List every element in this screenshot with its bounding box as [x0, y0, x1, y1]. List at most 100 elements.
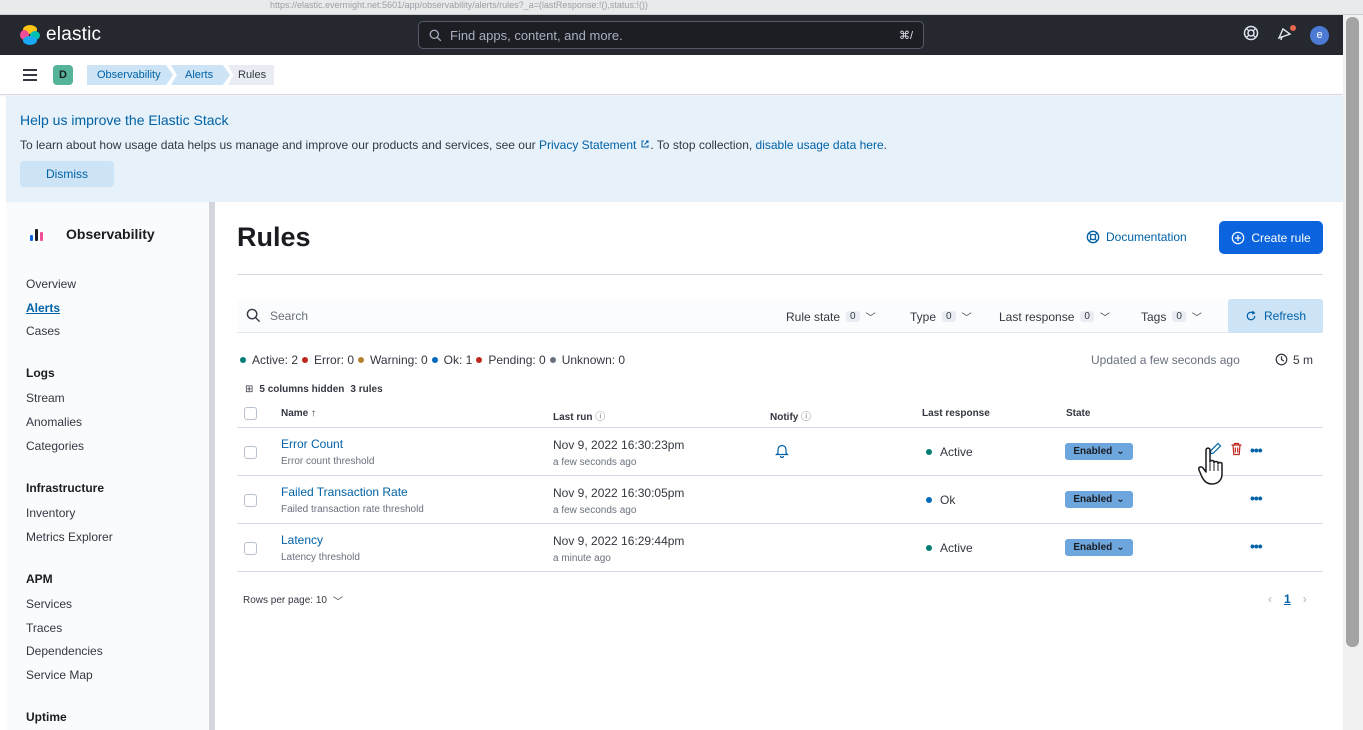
- space-avatar[interactable]: D: [53, 65, 73, 85]
- prev-page-icon[interactable]: ‹: [1268, 592, 1272, 606]
- state-dropdown[interactable]: Enabled ⌄: [1065, 443, 1133, 460]
- rule-name-link[interactable]: Error Count: [281, 437, 343, 451]
- rule-status-summary: Active: 2 Error: 0 Warning: 0 Ok: 1 Pend…: [240, 353, 625, 367]
- nav-group-apm: APM: [26, 572, 53, 586]
- state-dropdown[interactable]: Enabled ⌄: [1065, 491, 1133, 508]
- callout-text: To learn about how usage data helps us m…: [20, 138, 887, 152]
- rows-per-page-label: Rows per page: 10: [243, 595, 327, 606]
- status-error: Error: 0: [314, 353, 355, 367]
- tags-count: 0: [1172, 311, 1186, 322]
- active-dot: [240, 357, 246, 363]
- refresh-button[interactable]: Refresh: [1228, 299, 1323, 333]
- disable-usage-link[interactable]: disable usage data here: [756, 138, 884, 152]
- documentation-link[interactable]: Documentation: [1086, 230, 1187, 244]
- type-label: Type: [910, 309, 937, 324]
- rows-per-page-select[interactable]: Rows per page: 10 ﹀: [243, 593, 343, 608]
- callout-text-end: .: [883, 138, 887, 152]
- nav-alerts[interactable]: Alerts: [26, 301, 60, 315]
- column-header-last-response[interactable]: Last response: [922, 408, 990, 419]
- type-filter[interactable]: Type 0 ﹀: [910, 309, 972, 325]
- info-icon: ⓘ: [595, 412, 606, 423]
- row-checkbox[interactable]: [244, 446, 257, 459]
- row-checkbox[interactable]: [244, 494, 257, 507]
- column-header-state[interactable]: State: [1066, 408, 1090, 419]
- bell-icon[interactable]: [775, 443, 789, 458]
- user-avatar[interactable]: e: [1310, 26, 1329, 45]
- chevron-down-icon: ⌄: [1116, 494, 1125, 505]
- tags-filter[interactable]: Tags 0 ﹀: [1141, 309, 1202, 325]
- status-ok: Ok: 1: [443, 353, 473, 367]
- column-header-name[interactable]: Name ↑: [281, 408, 316, 419]
- nav-metrics-explorer[interactable]: Metrics Explorer: [26, 530, 113, 544]
- global-search-placeholder: Find apps, content, and more.: [450, 27, 623, 43]
- menu-icon[interactable]: [23, 69, 37, 81]
- create-rule-button[interactable]: Create rule: [1219, 221, 1323, 254]
- refresh-label: Refresh: [1263, 309, 1307, 323]
- row-checkbox[interactable]: [244, 542, 257, 555]
- last-run: Nov 9, 2022 16:30:23pm: [553, 438, 685, 452]
- nav-anomalies[interactable]: Anomalies: [26, 415, 82, 429]
- column-name-label: Name: [281, 408, 309, 419]
- column-last-run-label: Last run: [553, 412, 593, 423]
- create-rule-label: Create rule: [1251, 230, 1311, 245]
- scrollbar-thumb[interactable]: [1346, 17, 1359, 647]
- column-header-last-run[interactable]: Last run ⓘ: [553, 408, 605, 423]
- rule-type: Latency threshold: [281, 552, 360, 563]
- next-page-icon[interactable]: ›: [1303, 592, 1307, 606]
- warning-dot: [358, 357, 365, 363]
- nav-services[interactable]: Services: [26, 597, 72, 611]
- rule-state-filter[interactable]: Rule state 0 ﹀: [786, 309, 876, 325]
- side-nav-border[interactable]: [209, 202, 215, 730]
- chevron-down-icon: ⌄: [1116, 542, 1125, 553]
- last-run-relative: a minute ago: [553, 553, 611, 564]
- elastic-logo[interactable]: elastic: [20, 24, 101, 46]
- hidden-columns-button[interactable]: 5 columns hidden: [259, 384, 344, 395]
- help-icon[interactable]: [1243, 25, 1259, 45]
- privacy-statement-link[interactable]: Privacy Statement: [539, 138, 636, 152]
- more-actions-icon[interactable]: •••: [1250, 490, 1263, 506]
- state-dropdown[interactable]: Enabled ⌄: [1065, 539, 1133, 556]
- refresh-icon: [1246, 310, 1256, 321]
- page-number[interactable]: 1: [1284, 592, 1291, 606]
- refresh-interval[interactable]: 5 m: [1275, 353, 1313, 367]
- breadcrumb-alerts[interactable]: Alerts: [171, 65, 230, 85]
- column-notify-label: Notify: [770, 412, 799, 423]
- breadcrumb-bar: D Observability Alerts Rules: [0, 55, 1343, 95]
- nav-group-infrastructure: Infrastructure: [26, 481, 105, 495]
- nav-service-map[interactable]: Service Map: [26, 668, 93, 682]
- breadcrumb-observability[interactable]: Observability: [87, 65, 173, 85]
- more-actions-icon[interactable]: •••: [1250, 538, 1263, 554]
- nav-overview[interactable]: Overview: [26, 277, 76, 291]
- select-all-checkbox[interactable]: [244, 407, 257, 420]
- nav-dependencies[interactable]: Dependencies: [26, 644, 103, 658]
- search-icon: [429, 29, 442, 41]
- rule-name-link[interactable]: Failed Transaction Rate: [281, 485, 408, 499]
- browser-url[interactable]: https://elastic.evermight.net:5601/app/o…: [270, 0, 648, 10]
- rules-search-input[interactable]: Search: [270, 309, 308, 323]
- clock-icon: [1275, 353, 1288, 366]
- rule-name-link[interactable]: Latency: [281, 533, 323, 547]
- help-icon: [1086, 230, 1100, 244]
- dismiss-button[interactable]: Dismiss: [20, 161, 114, 187]
- last-response-filter[interactable]: Last response 0 ﹀: [999, 309, 1110, 325]
- table-meta: ⊞ 5 columns hidden 3 rules: [245, 384, 383, 395]
- nav-stream[interactable]: Stream: [26, 391, 65, 405]
- sort-asc-icon: ↑: [311, 408, 317, 419]
- nav-categories[interactable]: Categories: [26, 439, 84, 453]
- nav-cases[interactable]: Cases: [26, 324, 60, 338]
- nav-traces[interactable]: Traces: [26, 621, 62, 635]
- nav-group-logs: Logs: [26, 366, 55, 380]
- search-shortcut: ⌘/: [898, 29, 913, 42]
- active-dot: [926, 449, 932, 455]
- top-header: elastic Find apps, content, and more. ⌘/…: [0, 15, 1343, 55]
- more-actions-icon[interactable]: •••: [1250, 442, 1263, 458]
- ok-dot: [431, 357, 438, 363]
- columns-icon: ⊞: [245, 384, 254, 395]
- nav-inventory[interactable]: Inventory: [26, 506, 75, 520]
- table-row: Latency Latency threshold Nov 9, 2022 16…: [237, 524, 1323, 572]
- chevron-down-icon: ﹀: [865, 313, 876, 324]
- global-search-input[interactable]: Find apps, content, and more. ⌘/: [418, 21, 924, 49]
- last-response-value: Active: [940, 541, 973, 555]
- state-label: Enabled: [1073, 494, 1113, 505]
- column-header-notify[interactable]: Notify ⓘ: [770, 408, 811, 423]
